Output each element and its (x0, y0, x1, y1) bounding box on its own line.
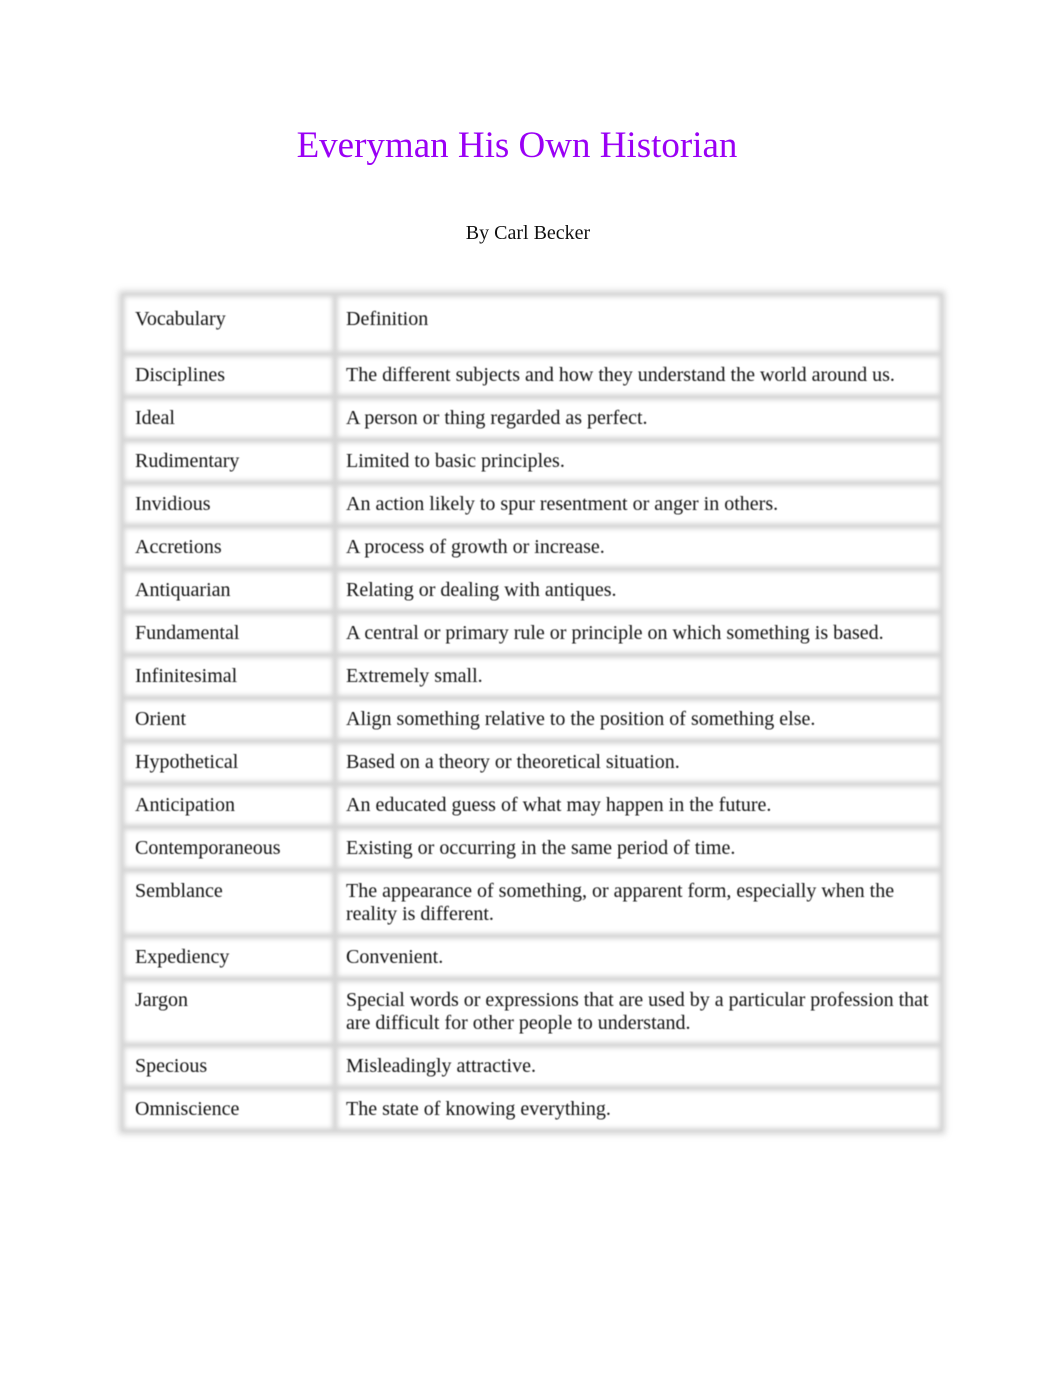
vocabulary-definition: The different subjects and how they unde… (335, 354, 942, 397)
table-row: Rudimentary Limited to basic principles. (122, 440, 942, 483)
vocabulary-term: Accretions (122, 526, 335, 569)
vocabulary-definition: Misleadingly attractive. (335, 1045, 942, 1088)
vocabulary-definition: Limited to basic principles. (335, 440, 942, 483)
vocabulary-term: Omniscience (122, 1088, 335, 1131)
table-row: Orient Align something relative to the po… (122, 698, 942, 741)
table-row: Infinitesimal Extremely small. (122, 655, 942, 698)
vocabulary-definition: A central or primary rule or principle o… (335, 612, 942, 655)
vocabulary-definition: A process of growth or increase. (335, 526, 942, 569)
table-row: Jargon Special words or expressions that … (122, 979, 942, 1045)
vocabulary-definition: An action likely to spur resentment or a… (335, 483, 942, 526)
vocabulary-term: Jargon (122, 979, 335, 1045)
table-row: Omniscience The state of knowing everythi… (122, 1088, 942, 1131)
table-row: Contemporaneous Existing or occurring in … (122, 827, 942, 870)
vocabulary-term: Rudimentary (122, 440, 335, 483)
vocabulary-definition: The state of knowing everything. (335, 1088, 942, 1131)
vocabulary-term: Ideal (122, 397, 335, 440)
table-header-row: Vocabulary Definition (122, 294, 942, 354)
vocabulary-term: Invidious (122, 483, 335, 526)
vocabulary-term: Antiquarian (122, 569, 335, 612)
vocabulary-definition: Extremely small. (335, 655, 942, 698)
vocabulary-definition: An educated guess of what may happen in … (335, 784, 942, 827)
table-row: Hypothetical Based on a theory or theoret… (122, 741, 942, 784)
table-row: Fundamental A central or primary rule or … (122, 612, 942, 655)
vocabulary-term: Specious (122, 1045, 335, 1088)
table-row: Specious Misleadingly attractive. (122, 1045, 942, 1088)
vocabulary-definition: Align something relative to the position… (335, 698, 942, 741)
vocabulary-definition: Special words or expressions that are us… (335, 979, 942, 1045)
table-row: Expediency Convenient. (122, 936, 942, 979)
vocabulary-definition: Convenient. (335, 936, 942, 979)
table-row: Semblance The appearance of something, or… (122, 870, 942, 936)
author-byline: By Carl Becker (465, 222, 591, 244)
table-row: Anticipation An educated guess of what ma… (122, 784, 942, 827)
document-title: Everyman His Own Historian (296, 125, 738, 166)
header-vocabulary: Vocabulary (122, 294, 335, 354)
vocabulary-definition: Existing or occurring in the same period… (335, 827, 942, 870)
table-row: Invidious An action likely to spur resent… (122, 483, 942, 526)
header-definition: Definition (335, 294, 942, 354)
table-row: Antiquarian Relating or dealing with anti… (122, 569, 942, 612)
table-row: Accretions A process of growth or increas… (122, 526, 942, 569)
vocabulary-definition: Based on a theory or theoretical situati… (335, 741, 942, 784)
vocabulary-definition: Relating or dealing with antiques. (335, 569, 942, 612)
vocabulary-term: Expediency (122, 936, 335, 979)
vocabulary-definition: A person or thing regarded as perfect. (335, 397, 942, 440)
vocabulary-term: Disciplines (122, 354, 335, 397)
vocabulary-term: Orient (122, 698, 335, 741)
vocabulary-term: Contemporaneous (122, 827, 335, 870)
vocabulary-term: Semblance (122, 870, 335, 936)
table-row: Ideal A person or thing regarded as perfe… (122, 397, 942, 440)
vocabulary-table-container: Vocabulary Definition Disciplines The dif… (122, 294, 942, 1131)
vocabulary-term: Anticipation (122, 784, 335, 827)
vocabulary-term: Infinitesimal (122, 655, 335, 698)
vocabulary-term: Hypothetical (122, 741, 335, 784)
vocabulary-term: Fundamental (122, 612, 335, 655)
vocabulary-definition: The appearance of something, or apparent… (335, 870, 942, 936)
vocabulary-table: Vocabulary Definition Disciplines The dif… (122, 294, 942, 1131)
table-row: Disciplines The different subjects and ho… (122, 354, 942, 397)
